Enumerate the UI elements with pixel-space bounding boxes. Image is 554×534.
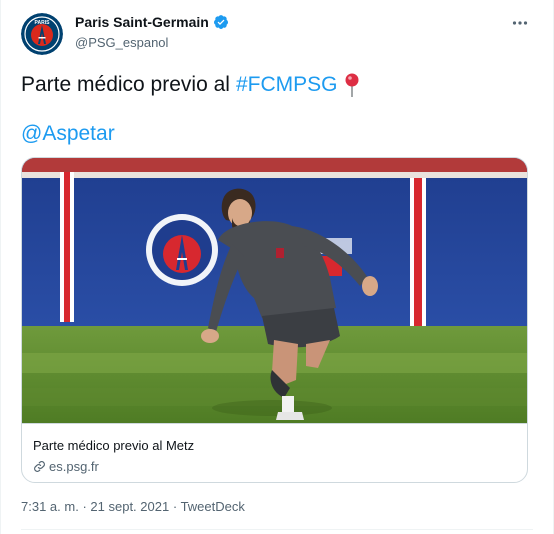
meta-separator: · <box>172 499 178 514</box>
avatar[interactable]: PARIS <box>21 13 63 55</box>
card-domain-text[interactable]: es.psg.fr <box>49 459 99 474</box>
svg-text:PARIS: PARIS <box>35 20 51 26</box>
mention-link[interactable]: @Aspetar <box>21 122 115 146</box>
psg-crest-icon: PARIS <box>21 13 63 55</box>
meta-separator: · <box>82 499 87 514</box>
tweet-time[interactable]: 7:31 a. m. <box>21 499 79 514</box>
author-display-name[interactable]: Paris Saint-Germain <box>75 14 209 30</box>
author-handle[interactable]: @PSG_espanol <box>75 35 168 50</box>
player-training-photo <box>22 158 527 423</box>
link-icon <box>33 460 46 473</box>
tweet: PARIS Paris Saint-Germain @PSG_espanol P… <box>0 0 554 534</box>
hashtag-link[interactable]: #FCMPSG <box>236 73 338 97</box>
divider <box>21 529 533 530</box>
tweet-text-body: Parte médico previo al <box>21 73 230 96</box>
tweet-source[interactable]: TweetDeck <box>181 499 245 514</box>
round-pushpin-icon <box>343 72 361 98</box>
verified-badge-icon <box>213 14 229 30</box>
card-title[interactable]: Parte médico previo al Metz <box>33 438 194 453</box>
tweet-text: Parte médico previo al #FCMPSG <box>21 72 361 98</box>
link-preview-card[interactable]: Parte médico previo al Metz es.psg.fr <box>21 157 528 483</box>
author-name-row[interactable]: Paris Saint-Germain <box>75 14 229 30</box>
card-image[interactable] <box>22 158 527 423</box>
tweet-date[interactable]: 21 sept. 2021 <box>90 499 169 514</box>
more-options-icon[interactable] <box>511 14 529 32</box>
card-footer[interactable]: Parte médico previo al Metz es.psg.fr <box>22 423 527 482</box>
card-domain[interactable]: es.psg.fr <box>33 459 99 474</box>
tweet-metadata: 7:31 a. m. · 21 sept. 2021 · TweetDeck <box>21 499 245 514</box>
